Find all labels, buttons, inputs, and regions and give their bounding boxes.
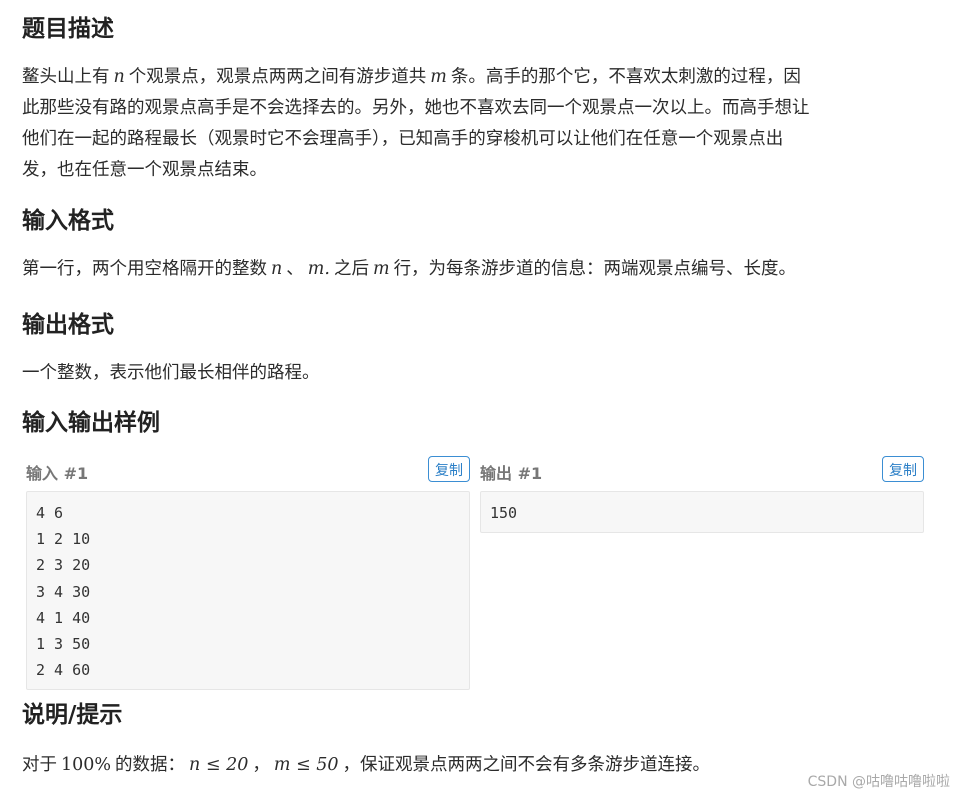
text-segment: 行，为每条游步道的信息：两端观景点编号、长度。 (393, 259, 797, 279)
code-line: 2 4 60 (36, 661, 91, 680)
input-format-heading: 输入格式 (22, 208, 114, 234)
copy-output-button[interactable]: 复制 (882, 456, 924, 482)
text-segment: 的数据： (115, 755, 186, 775)
text-segment: 之后 (333, 259, 369, 279)
copy-input-button[interactable]: 复制 (428, 456, 470, 482)
description-line: 此那些没有路的观景点高手是不会选择去的。另外，她也不喜欢去同一个观景点一次以上。… (22, 93, 926, 124)
output-format-body: 一个整数，表示他们最长相伴的路程。 (22, 363, 320, 383)
math-variable: m. (307, 259, 330, 279)
sample-input-panel: 输入 #1 复制 4 6 1 2 10 2 3 20 3 4 30 4 1 40… (26, 455, 470, 691)
code-line: 3 4 30 (36, 582, 91, 601)
text-segment: 个观景点，观景点两两之间有游步道共 (128, 67, 427, 87)
hint-body: 对于 100% 的数据： n ≤ 20， m ≤ 50 ，保证观景点两两之间不会有多条游步… (22, 750, 710, 781)
sample-input-label: 输入 #1 (26, 464, 89, 483)
code-line: 2 3 20 (36, 556, 91, 575)
sample-output-code[interactable]: 150 (480, 491, 924, 534)
text-segment: 第一行，两个用空格隔开的整数 (22, 259, 267, 279)
description-body: 鳌头山上有 n 个观景点，观景点两两之间有游步道共 m 条。高手的那个它，不喜欢太刺激的… (22, 62, 926, 186)
math-value: 100% (61, 755, 112, 775)
sample-input-code[interactable]: 4 6 1 2 10 2 3 20 3 4 30 4 1 40 1 3 50 2… (26, 491, 470, 691)
math-constraint: n ≤ 20 (189, 755, 249, 775)
samples-heading: 输入输出样例 (22, 410, 160, 436)
text-segment: 他们在一起的路程最长（观景时它不会理高手），已知高手的穿梭机可以让他们在任意一个… (22, 129, 784, 149)
text-segment: ，保证观景点两两之间不会有多条游步道连接。 (342, 755, 711, 775)
description-line: 鳌头山上有 n 个观景点，观景点两两之间有游步道共 m 条。高手的那个它，不喜欢太刺激的… (22, 62, 926, 93)
description-heading: 题目描述 (22, 16, 114, 42)
code-line: 4 1 40 (36, 608, 91, 627)
sample-output-label: 输出 #1 (480, 464, 543, 483)
text-segment: 发，也在任意一个观景点结束。 (22, 160, 267, 180)
math-variable: m (372, 259, 390, 279)
sample-input-header: 输入 #1 复制 (26, 455, 470, 487)
code-line: 1 2 10 (36, 530, 91, 549)
input-format-body: 第一行，两个用空格隔开的整数 n、 m. 之后 m 行，为每条游步道的信息：两端观景点编号… (22, 254, 796, 285)
sample-output-header: 输出 #1 复制 (480, 455, 924, 487)
description-line: 发，也在任意一个观景点结束。 (22, 155, 926, 186)
text-segment: 条。高手的那个它，不喜欢太刺激的过程，因 (450, 67, 801, 87)
text-segment: 鳌头山上有 (22, 67, 110, 87)
math-variable: n (113, 67, 125, 87)
math-constraint: m ≤ 50 (273, 755, 339, 775)
csdn-watermark: CSDN @咕噜咕噜啦啦 (807, 774, 950, 790)
hint-heading: 说明/提示 (22, 702, 123, 728)
sample-output-panel: 输出 #1 复制 150 (480, 455, 924, 534)
text-segment: 对于 (22, 755, 57, 775)
math-variable: m (430, 67, 447, 87)
text-segment: 、 (286, 259, 304, 279)
text-segment: ， (252, 755, 270, 775)
code-line: 4 6 (36, 504, 64, 522)
code-line: 150 (490, 504, 518, 522)
description-line: 他们在一起的路程最长（观景时它不会理高手），已知高手的穿梭机可以让他们在任意一个… (22, 124, 926, 155)
code-line: 1 3 50 (36, 635, 91, 654)
math-variable: n (271, 259, 283, 279)
output-format-heading: 输出格式 (22, 312, 114, 338)
text-segment: 此那些没有路的观景点高手是不会选择去的。另外，她也不喜欢去同一个观景点一次以上。… (22, 98, 810, 118)
